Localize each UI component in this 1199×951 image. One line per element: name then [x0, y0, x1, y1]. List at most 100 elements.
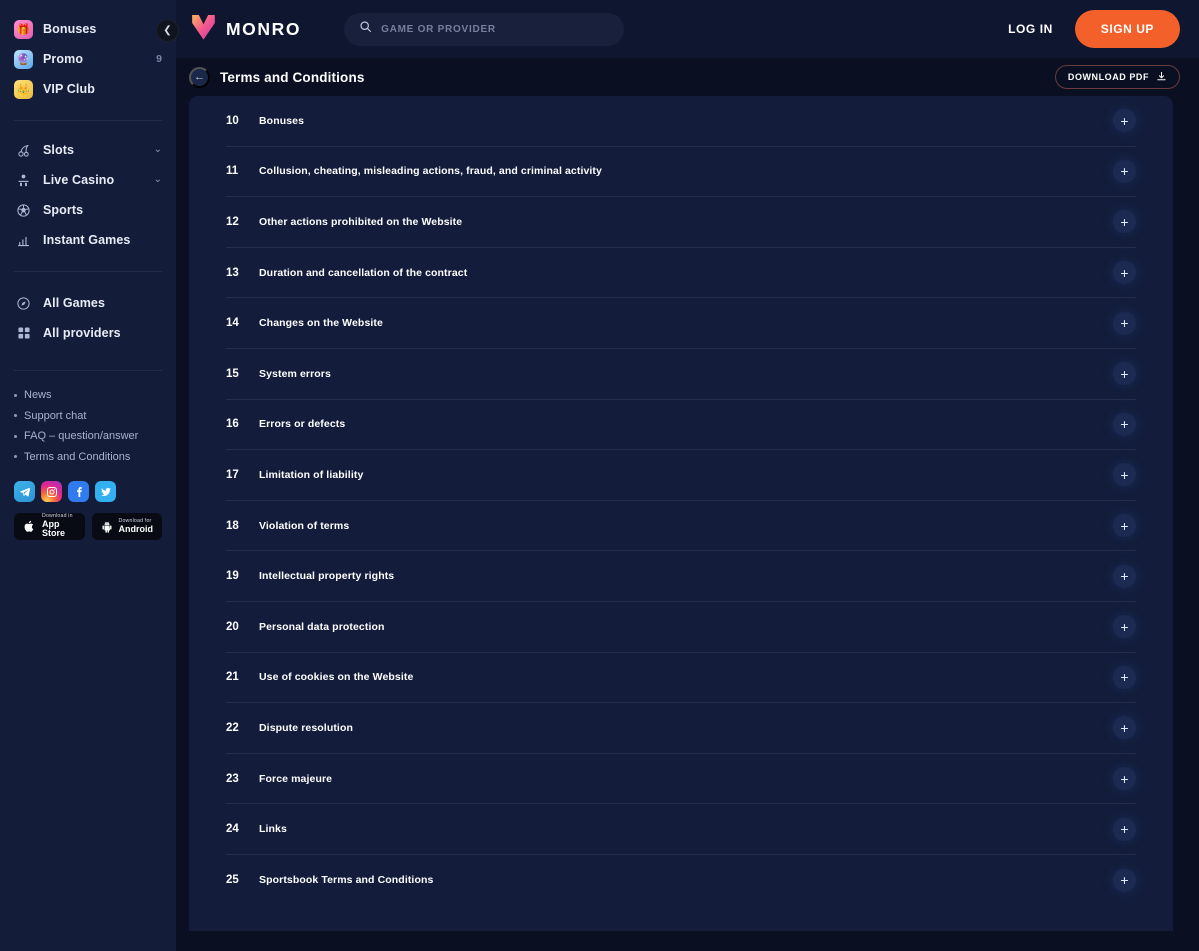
terms-row[interactable]: 18 Violation of terms + — [226, 501, 1136, 552]
app-store-name-label: App Store — [42, 518, 66, 539]
footer-link-label: Support chat — [24, 409, 87, 422]
terms-row-title: Limitation of liability — [259, 468, 364, 481]
plus-icon[interactable]: + — [1113, 868, 1136, 892]
footer-link-label: Terms and Conditions — [24, 450, 131, 463]
app-store-button[interactable]: Download in App Store — [14, 513, 85, 540]
plus-icon[interactable]: + — [1113, 109, 1136, 133]
bullet-icon — [14, 455, 17, 459]
chevron-down-icon[interactable]: ⌄ — [154, 175, 162, 185]
signup-button[interactable]: SIGN UP — [1074, 10, 1180, 48]
terms-row[interactable]: 23 Force majeure + — [226, 754, 1136, 805]
terms-row[interactable]: 22 Dispute resolution + — [226, 703, 1136, 754]
terms-row[interactable]: 15 System errors + — [226, 349, 1136, 400]
terms-row[interactable]: 11 Collusion, cheating, misleading action… — [226, 147, 1136, 198]
instagram-icon[interactable] — [41, 481, 62, 502]
plus-icon[interactable]: + — [1113, 767, 1136, 791]
footer-link-terms-and-conditions[interactable]: Terms and Conditions — [14, 447, 162, 468]
terms-row-number: 22 — [226, 721, 239, 734]
search-placeholder: GAME OR PROVIDER — [381, 23, 496, 35]
crown-icon: 👑 — [14, 79, 33, 99]
plus-icon[interactable]: + — [1113, 514, 1136, 538]
sidebar-item-sports[interactable]: Sports — [0, 195, 176, 225]
login-button[interactable]: LOG IN — [1008, 22, 1053, 36]
brand-logo[interactable]: MONRO — [190, 13, 301, 46]
android-icon — [101, 521, 113, 533]
gift-icon: 🎁 — [14, 19, 33, 39]
terms-row[interactable]: 16 Errors or defects + — [226, 400, 1136, 451]
plus-icon[interactable]: + — [1113, 210, 1136, 234]
terms-row[interactable]: 13 Duration and cancellation of the contr… — [226, 248, 1136, 299]
download-pdf-label: DOWNLOAD PDF — [1067, 72, 1149, 82]
sidebar-item-all-providers[interactable]: All providers — [0, 318, 176, 348]
terms-row[interactable]: 24 Links + — [226, 804, 1136, 855]
social-links — [0, 467, 176, 502]
plus-icon[interactable]: + — [1113, 615, 1136, 639]
terms-row[interactable]: 10 Bonuses + — [226, 96, 1136, 147]
terms-rows: 10 Bonuses +11 Collusion, cheating, mislead… — [226, 96, 1136, 906]
chevron-down-icon[interactable]: ⌄ — [154, 145, 162, 155]
terms-row[interactable]: 19 Intellectual property rights + — [226, 551, 1136, 602]
page-header: ← Terms and Conditions DOWNLOAD PDF — [176, 58, 1199, 96]
sidebar-item-slots[interactable]: Slots ⌄ — [0, 135, 176, 165]
terms-row-number: 23 — [226, 772, 239, 785]
terms-row-number: 14 — [226, 317, 239, 330]
page-title: Terms and Conditions — [220, 69, 365, 85]
plus-icon[interactable]: + — [1113, 463, 1136, 487]
plus-icon[interactable]: + — [1113, 716, 1136, 740]
terms-row-number: 17 — [226, 468, 239, 481]
terms-row[interactable]: 14 Changes on the Website + — [226, 298, 1136, 349]
footer-link-faq[interactable]: FAQ – question/answer — [14, 426, 162, 447]
footer-link-news[interactable]: News — [14, 385, 162, 406]
plus-icon[interactable]: + — [1113, 261, 1136, 285]
promo-badge-count: 9 — [156, 53, 162, 65]
plus-icon[interactable]: + — [1113, 412, 1136, 436]
search-input[interactable]: GAME OR PROVIDER — [344, 12, 625, 46]
download-pdf-button[interactable]: DOWNLOAD PDF — [1054, 65, 1180, 89]
plus-icon[interactable]: + — [1113, 311, 1136, 335]
terms-row[interactable]: 17 Limitation of liability + — [226, 450, 1136, 501]
terms-row[interactable]: 25 Sportsbook Terms and Conditions + — [226, 855, 1136, 906]
sidebar-item-promo[interactable]: 🔮 Promo 9 — [0, 44, 176, 74]
instant-games-icon — [14, 231, 33, 250]
plus-icon[interactable]: + — [1113, 564, 1136, 588]
telegram-icon[interactable] — [14, 481, 35, 502]
google-play-button[interactable]: Download for Android — [91, 513, 162, 540]
terms-list-panel: 10 Bonuses +11 Collusion, cheating, mislead… — [189, 96, 1173, 931]
sidebar-footer-links: News Support chat FAQ – question/answer … — [0, 379, 176, 467]
plus-icon[interactable]: + — [1113, 362, 1136, 386]
sidebar-divider — [14, 120, 162, 121]
sidebar-item-label: Sports — [43, 203, 84, 217]
bullet-icon — [14, 434, 17, 438]
terms-row[interactable]: 20 Personal data protection + — [226, 602, 1136, 653]
top-bar: MONRO GAME OR PROVIDER LOG IN SIGN UP — [176, 0, 1199, 58]
terms-row[interactable]: 12 Other actions prohibited on the Websit… — [226, 197, 1136, 248]
terms-row-number: 18 — [226, 519, 239, 532]
sidebar-item-all-games[interactable]: All Games — [0, 288, 176, 318]
terms-row-number: 20 — [226, 620, 239, 633]
app-store-text: Download in App Store — [42, 513, 76, 539]
terms-row-title: Dispute resolution — [259, 721, 353, 734]
main-content: MONRO GAME OR PROVIDER LOG IN SIGN UP ← … — [176, 0, 1199, 951]
sidebar-divider — [14, 370, 162, 371]
download-icon — [1156, 71, 1167, 84]
sidebar-item-vip-club[interactable]: 👑 VIP Club — [0, 74, 176, 104]
plus-icon[interactable]: + — [1113, 159, 1136, 183]
sidebar-collapse-button[interactable]: ❮ — [156, 19, 179, 42]
footer-link-support-chat[interactable]: Support chat — [14, 406, 162, 427]
plus-icon[interactable]: + — [1113, 665, 1136, 689]
sidebar-divider — [14, 271, 162, 272]
twitter-icon[interactable] — [95, 481, 116, 502]
back-button[interactable]: ← — [189, 66, 210, 88]
terms-row-title: Other actions prohibited on the Website — [259, 215, 463, 228]
footer-link-label: News — [24, 389, 52, 402]
facebook-icon[interactable] — [68, 481, 89, 502]
plus-icon[interactable]: + — [1113, 817, 1136, 841]
sidebar-item-bonuses[interactable]: 🎁 Bonuses — [0, 14, 176, 44]
sidebar-item-live-casino[interactable]: Live Casino ⌄ — [0, 165, 176, 195]
terms-row[interactable]: 21 Use of cookies on the Website + — [226, 653, 1136, 704]
terms-row-title: Duration and cancellation of the contrac… — [259, 266, 468, 279]
terms-row-number: 21 — [226, 671, 239, 684]
sidebar-item-instant-games[interactable]: Instant Games — [0, 225, 176, 255]
sidebar: 🎁 Bonuses 🔮 Promo 9 👑 VIP Club Slots ⌄ L… — [0, 0, 176, 951]
live-casino-icon — [14, 171, 33, 190]
